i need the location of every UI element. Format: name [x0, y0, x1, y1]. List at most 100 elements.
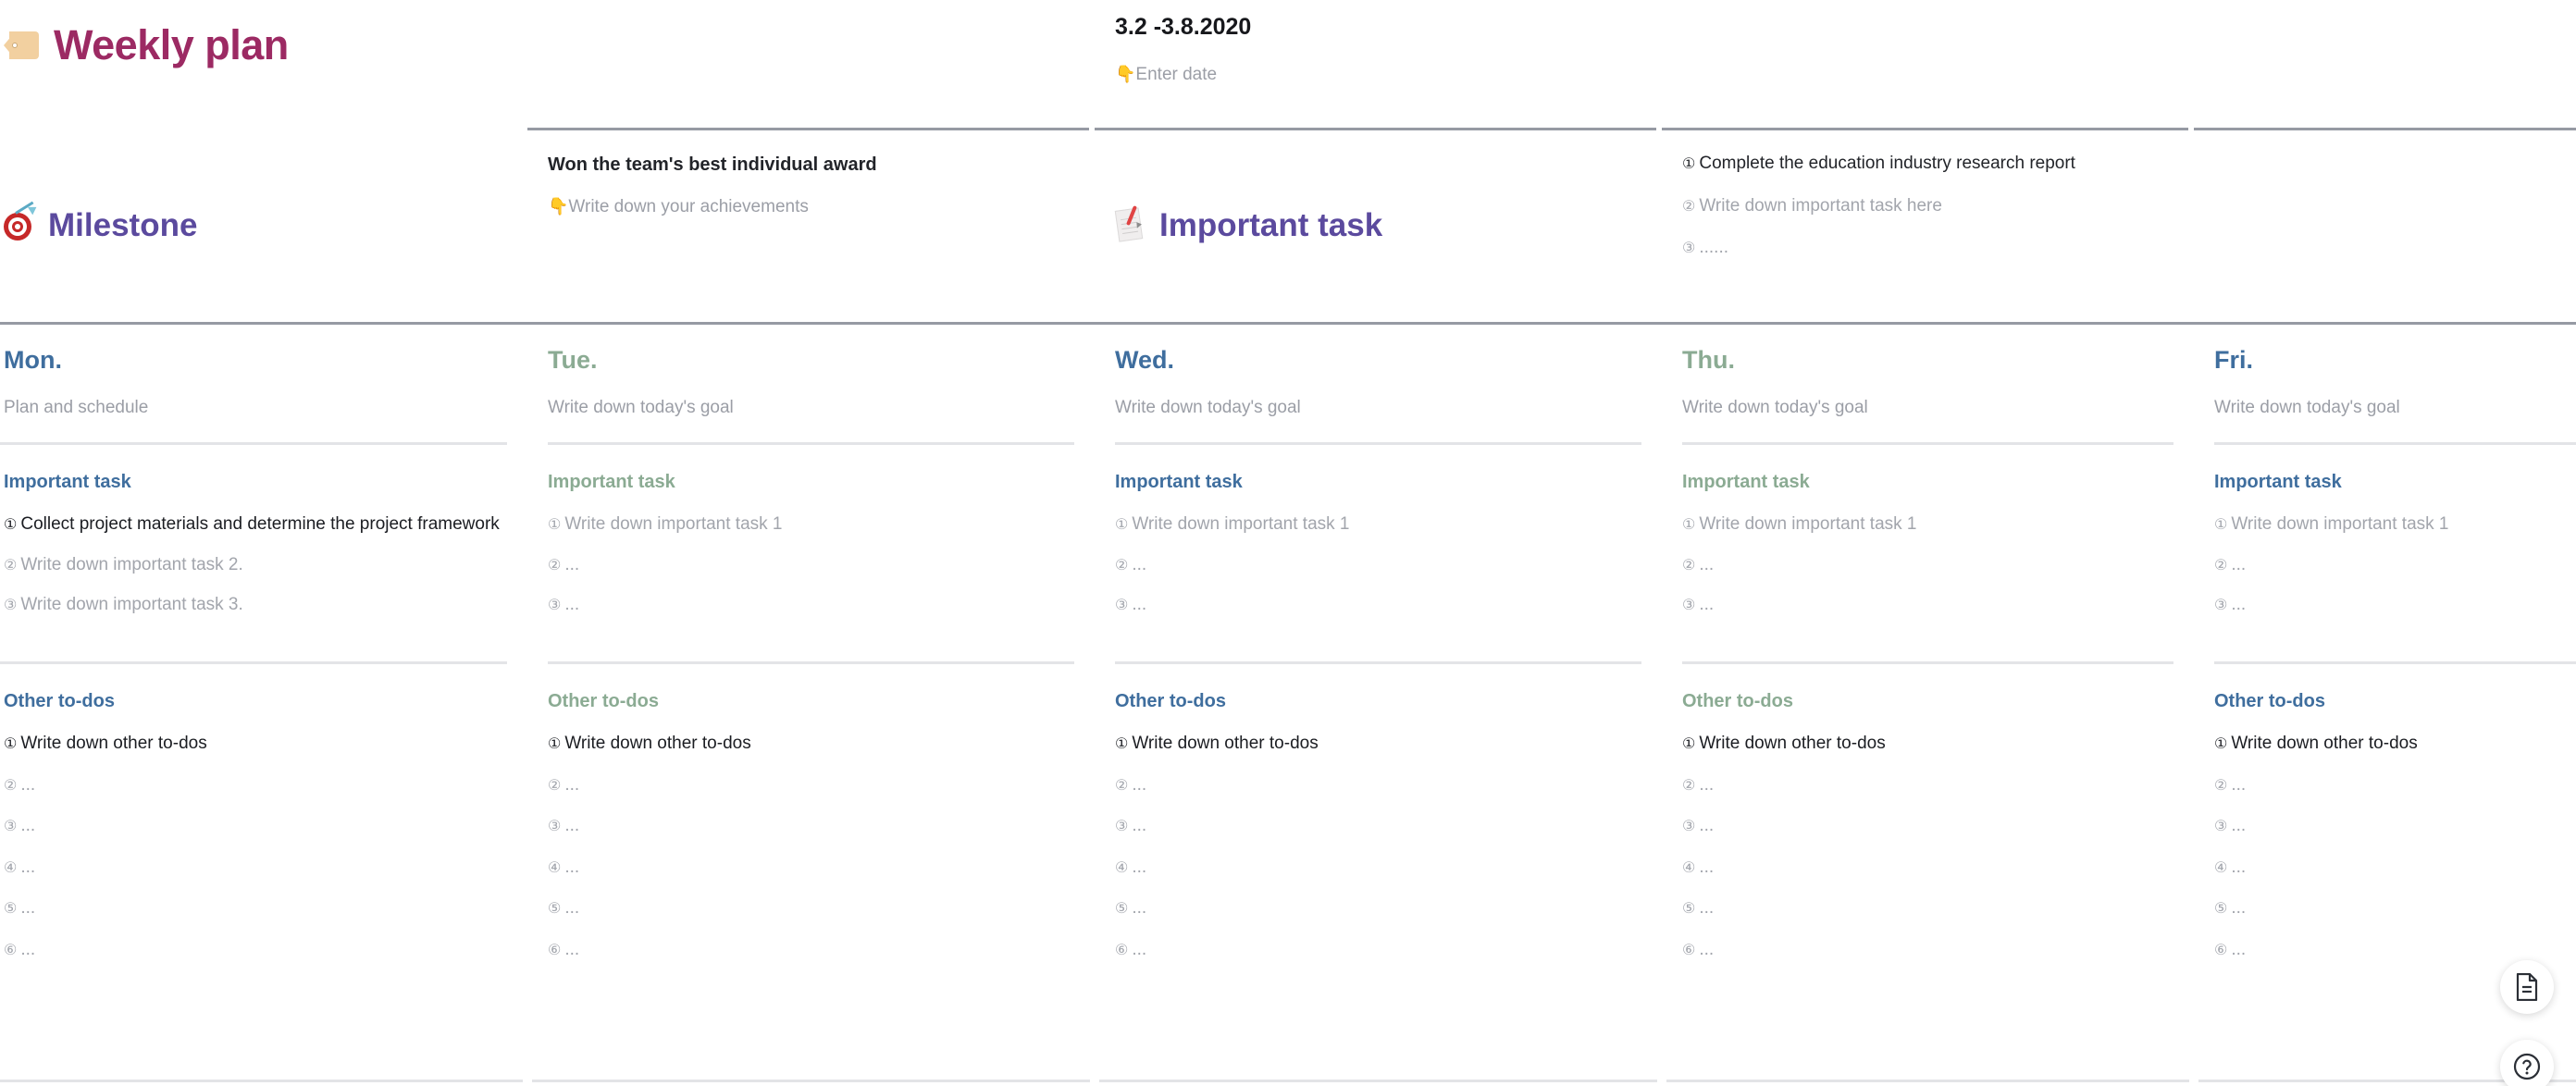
day-goal[interactable]: Write down today's goal	[1682, 373, 2174, 442]
day-goal[interactable]: Write down today's goal	[548, 373, 1074, 442]
important-task-item[interactable]: ③...	[1682, 593, 2174, 617]
todo-item[interactable]: ⑤...	[4, 896, 507, 920]
todo-item[interactable]: ③...	[1682, 814, 2174, 838]
item-text[interactable]: Write down important task here	[1699, 196, 1942, 216]
todo-item[interactable]: ③...	[4, 814, 507, 838]
item-text[interactable]: ...	[564, 595, 579, 614]
milestone-content-cell[interactable]: Won the team's best individual award 👇Wr…	[527, 128, 1095, 322]
item-text[interactable]: ...	[1132, 816, 1146, 835]
item-text[interactable]: ...	[1699, 940, 1714, 959]
item-text[interactable]: ...	[1132, 555, 1146, 574]
todo-item[interactable]: ⑥...	[548, 938, 1074, 962]
important-task-item[interactable]: ① Collect project materials and determine…	[4, 512, 507, 537]
item-text[interactable]: ...	[20, 775, 35, 795]
item-text[interactable]: ...	[1699, 555, 1714, 574]
todo-item[interactable]: ⑤...	[1115, 896, 1641, 920]
item-text[interactable]: ...	[564, 555, 579, 574]
todo-item[interactable]: ⑥...	[4, 938, 507, 962]
item-text[interactable]: ...	[2231, 858, 2246, 877]
item-text[interactable]: ......	[1699, 238, 1728, 257]
milestone-achievement[interactable]: Won the team's best individual award	[548, 152, 1095, 178]
todo-item[interactable]: ⑤...	[1682, 896, 2174, 920]
item-text[interactable]: ...	[20, 816, 35, 835]
day-goal[interactable]: Write down today's goal	[1115, 373, 1641, 442]
item-text[interactable]: ...	[2231, 775, 2246, 795]
item-text[interactable]: Complete the education industry research…	[1699, 154, 2075, 173]
item-text[interactable]: ...	[2231, 555, 2246, 574]
item-text[interactable]: Write down important task 1	[1699, 514, 1916, 534]
item-text[interactable]: ...	[1699, 816, 1714, 835]
help-fab-button[interactable]	[2500, 1040, 2554, 1086]
item-text[interactable]: Write down other to-dos	[2231, 734, 2417, 753]
important-task-item[interactable]: ① Write down important task 1	[1682, 512, 2174, 537]
important-task-item[interactable]: ②...	[1115, 553, 1641, 577]
item-text[interactable]: Write down important task 1	[564, 514, 782, 534]
item-text[interactable]: ...	[1132, 898, 1146, 918]
important-task-item[interactable]: ③...	[2214, 593, 2576, 617]
item-text[interactable]: ...	[2231, 595, 2246, 614]
item-text[interactable]: ...	[564, 858, 579, 877]
item-text[interactable]: ...	[1699, 775, 1714, 795]
todo-item[interactable]: ④...	[2214, 856, 2576, 880]
todo-item[interactable]: ① Write down other to-dos	[1115, 732, 1641, 756]
item-text[interactable]: Write down important task 1	[2231, 514, 2448, 534]
important-task-item[interactable]: ① Write down important task 1	[1115, 512, 1641, 537]
todo-item[interactable]: ⑤...	[2214, 896, 2576, 920]
day-goal[interactable]: Plan and schedule	[4, 373, 507, 442]
item-text[interactable]: ...	[564, 775, 579, 795]
item-text[interactable]: ...	[1699, 595, 1714, 614]
item-text[interactable]: ...	[564, 940, 579, 959]
important-task-item[interactable]: ②...	[2214, 553, 2576, 577]
todo-item[interactable]: ③...	[2214, 814, 2576, 838]
item-text[interactable]: ...	[564, 898, 579, 918]
item-text[interactable]: Write down other to-dos	[1132, 734, 1318, 753]
date-value[interactable]: 3.2 -3.8.2020	[1115, 11, 1662, 43]
item-text[interactable]: Collect project materials and determine …	[20, 514, 499, 534]
item-text[interactable]: ...	[1699, 858, 1714, 877]
todo-item[interactable]: ① Write down other to-dos	[548, 732, 1074, 756]
todo-item[interactable]: ④...	[4, 856, 507, 880]
important-task-item[interactable]: ② Write down important task 2.	[4, 553, 507, 577]
todo-item[interactable]: ⑥...	[1682, 938, 2174, 962]
item-text[interactable]: Write down other to-dos	[1699, 734, 1885, 753]
day-goal[interactable]: Write down today's goal	[2214, 373, 2576, 442]
date-cell[interactable]: 3.2 -3.8.2020 👇Enter date	[1095, 0, 1662, 128]
item-text[interactable]: ...	[1132, 775, 1146, 795]
item-text[interactable]: ...	[564, 816, 579, 835]
important-task-item[interactable]: ③...	[1115, 593, 1641, 617]
important-task-item[interactable]: ① Write down important task 1	[2214, 512, 2576, 537]
item-text[interactable]: ...	[2231, 816, 2246, 835]
item-text[interactable]: Write down important task 2.	[20, 555, 242, 574]
todo-item[interactable]: ① Write down other to-dos	[4, 732, 507, 756]
todo-item[interactable]: ④...	[1115, 856, 1641, 880]
todo-item[interactable]: ②...	[1682, 773, 2174, 797]
todo-item[interactable]: ⑤...	[548, 896, 1074, 920]
item-text[interactable]: ...	[1132, 940, 1146, 959]
item-text[interactable]: ...	[2231, 940, 2246, 959]
important-task-item[interactable]: ②...	[548, 553, 1074, 577]
todo-item[interactable]: ③...	[548, 814, 1074, 838]
item-text[interactable]: Write down important task 3.	[20, 595, 242, 614]
todo-item[interactable]: ②...	[4, 773, 507, 797]
todo-item[interactable]: ① Write down other to-dos	[2214, 732, 2576, 756]
item-text[interactable]: ...	[20, 858, 35, 877]
item-text[interactable]: Write down other to-dos	[564, 734, 750, 753]
important-task-item[interactable]: ②...	[1682, 553, 2174, 577]
item-text[interactable]: ...	[20, 898, 35, 918]
todo-item[interactable]: ③...	[1115, 814, 1641, 838]
item-text[interactable]: ...	[20, 940, 35, 959]
item-text[interactable]: ...	[1132, 595, 1146, 614]
important-task-item[interactable]: ① Write down important task 1	[548, 512, 1074, 537]
important-task-item[interactable]: ③......	[1682, 236, 2194, 260]
important-task-item[interactable]: ① Complete the education industry researc…	[1682, 152, 2194, 176]
todo-item[interactable]: ②...	[2214, 773, 2576, 797]
todo-item[interactable]: ⑥...	[1115, 938, 1641, 962]
todo-item[interactable]: ④...	[548, 856, 1074, 880]
important-task-item[interactable]: ② Write down important task here	[1682, 194, 2194, 218]
important-task-item[interactable]: ③ Write down important task 3.	[4, 593, 507, 617]
item-text[interactable]: Write down important task 1	[1132, 514, 1349, 534]
item-text[interactable]: Write down other to-dos	[20, 734, 206, 753]
item-text[interactable]: ...	[1699, 898, 1714, 918]
todo-item[interactable]: ⑥...	[2214, 938, 2576, 962]
todo-item[interactable]: ②...	[1115, 773, 1641, 797]
